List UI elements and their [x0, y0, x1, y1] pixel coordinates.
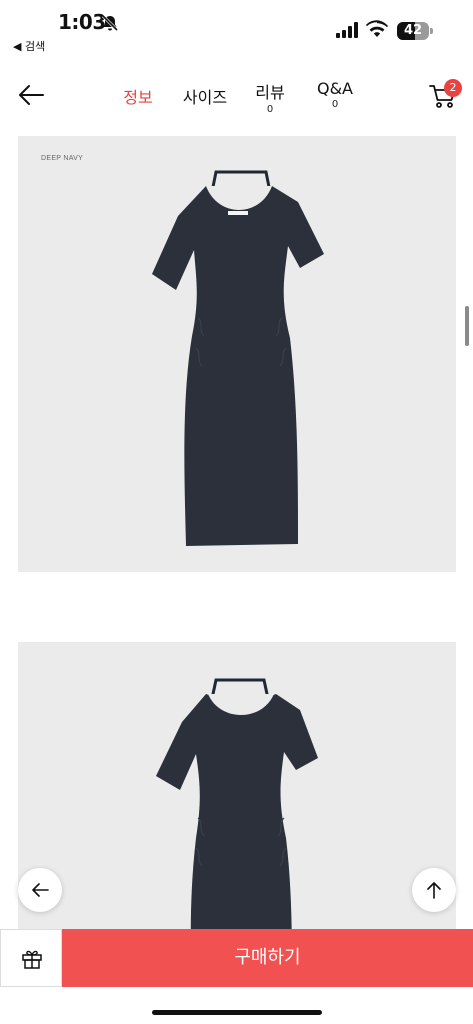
battery-icon: 42: [397, 22, 433, 40]
arrow-left-icon: [32, 883, 49, 897]
previous-button[interactable]: [18, 868, 62, 912]
tab-qa[interactable]: Q&A 0: [314, 79, 356, 110]
tab-review-label: 리뷰: [255, 83, 285, 102]
review-count: 0: [266, 104, 274, 115]
product-image-back: [18, 642, 456, 942]
status-bar: 1:03 ◀ 검색 42: [0, 0, 473, 56]
status-time: 1:03: [58, 10, 106, 34]
purchase-bar: 구매하기: [0, 929, 473, 987]
arrow-up-icon: [427, 882, 441, 899]
tab-review[interactable]: 리뷰 0: [251, 79, 289, 115]
tab-info-label: 정보: [123, 88, 153, 107]
product-image-front: DEEP NAVY: [18, 136, 456, 572]
cellular-signal-icon: [336, 22, 358, 38]
battery-level: 42: [403, 23, 423, 38]
dress-back-image: [156, 678, 318, 942]
buy-button[interactable]: 구매하기: [62, 929, 473, 987]
gift-icon: [22, 950, 42, 969]
tab-size[interactable]: 사이즈: [179, 84, 231, 108]
home-indicator: [152, 1010, 322, 1015]
tab-qa-label: Q&A: [316, 79, 353, 98]
qa-count: 0: [331, 99, 339, 110]
tab-size-label: 사이즈: [182, 88, 228, 107]
scroll-to-top-button[interactable]: [412, 868, 456, 912]
back-to-app-link[interactable]: ◀ 검색: [13, 38, 45, 54]
cart-count-badge: 2: [444, 79, 462, 97]
gift-button[interactable]: [0, 929, 62, 987]
color-label: DEEP NAVY: [41, 155, 84, 162]
wifi-icon: [366, 20, 388, 37]
product-header: 정보 사이즈 리뷰 0 Q&A 0 2: [0, 70, 473, 122]
back-arrow-icon[interactable]: [16, 82, 46, 108]
scroll-indicator[interactable]: [465, 306, 469, 346]
bell-muted-icon: [101, 14, 119, 32]
tab-info[interactable]: 정보: [120, 84, 156, 108]
dress-front-image: [152, 170, 324, 546]
